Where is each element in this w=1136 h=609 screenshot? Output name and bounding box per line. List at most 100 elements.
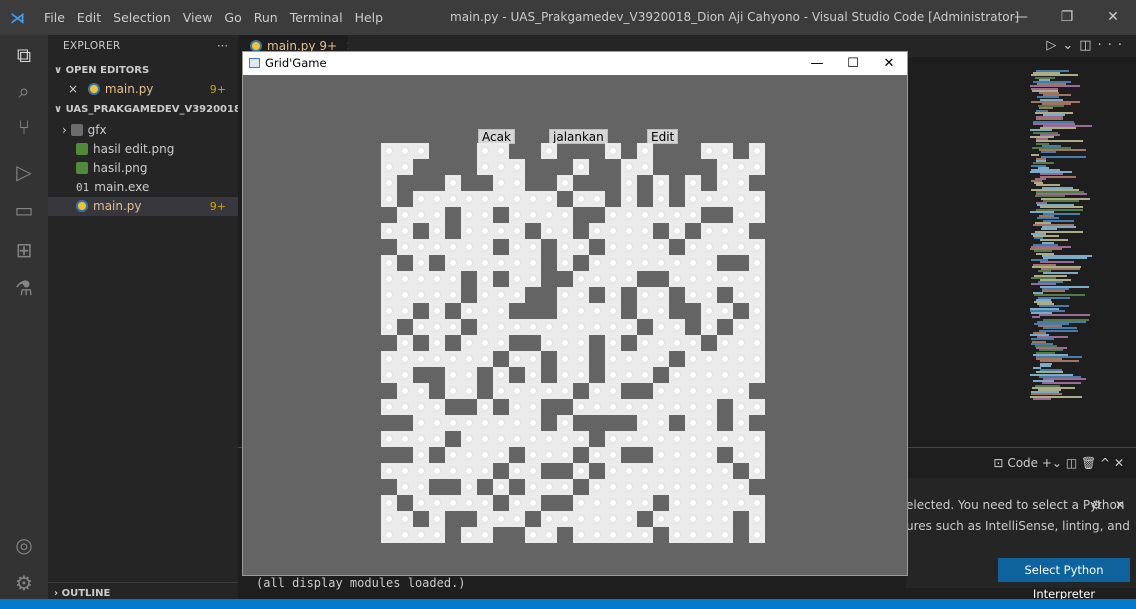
edit-button[interactable]: Edit bbox=[647, 129, 679, 144]
grid-cell[interactable] bbox=[525, 431, 541, 447]
grid-cell[interactable] bbox=[461, 431, 477, 447]
grid-cell[interactable] bbox=[573, 319, 589, 335]
extensions-icon[interactable]: ⊞ bbox=[12, 238, 36, 262]
grid-cell[interactable] bbox=[605, 143, 621, 159]
grid-cell[interactable] bbox=[461, 303, 477, 319]
grid-cell[interactable] bbox=[605, 463, 621, 479]
grid-cell[interactable] bbox=[637, 463, 653, 479]
grid-cell[interactable] bbox=[589, 383, 605, 399]
grid-cell[interactable] bbox=[381, 399, 397, 415]
grid-cell[interactable] bbox=[413, 495, 429, 511]
grid-cell[interactable] bbox=[717, 191, 733, 207]
testing-icon[interactable]: ⚗ bbox=[12, 276, 36, 300]
grid-cell[interactable] bbox=[621, 255, 637, 271]
grid-cell[interactable] bbox=[557, 223, 573, 239]
grid-cell[interactable] bbox=[573, 159, 589, 175]
grid-cell[interactable] bbox=[477, 207, 493, 223]
grid-cell[interactable] bbox=[685, 447, 701, 463]
grid-cell[interactable] bbox=[557, 303, 573, 319]
grid-cell[interactable] bbox=[397, 431, 413, 447]
grid-cell[interactable] bbox=[413, 191, 429, 207]
grid-cell[interactable] bbox=[557, 415, 573, 431]
grid-cell[interactable] bbox=[525, 319, 541, 335]
grid-cell[interactable] bbox=[397, 143, 413, 159]
grid-cell[interactable] bbox=[477, 223, 493, 239]
grid-cell[interactable] bbox=[749, 303, 765, 319]
grid-cell[interactable] bbox=[509, 511, 525, 527]
grid-cell[interactable] bbox=[413, 399, 429, 415]
grid-cell[interactable] bbox=[477, 431, 493, 447]
grid-cell[interactable] bbox=[573, 351, 589, 367]
grid-cell[interactable] bbox=[621, 351, 637, 367]
grid-cell[interactable] bbox=[493, 415, 509, 431]
grid-cell[interactable] bbox=[429, 191, 445, 207]
grid-cell[interactable] bbox=[733, 239, 749, 255]
grid-cell[interactable] bbox=[509, 415, 525, 431]
grid-cell[interactable] bbox=[749, 319, 765, 335]
grid-cell[interactable] bbox=[413, 143, 429, 159]
close-editor-icon[interactable]: × bbox=[68, 82, 78, 96]
grid-cell[interactable] bbox=[461, 191, 477, 207]
menu-selection[interactable]: Selection bbox=[107, 0, 177, 35]
grid-cell[interactable] bbox=[621, 367, 637, 383]
grid-cell[interactable] bbox=[733, 207, 749, 223]
search-icon[interactable]: ⌕ bbox=[12, 79, 36, 103]
grid-cell[interactable] bbox=[445, 415, 461, 431]
grid-cell[interactable] bbox=[717, 495, 733, 511]
grid-cell[interactable] bbox=[605, 271, 621, 287]
notification-close-icon[interactable]: ✕ bbox=[1115, 498, 1125, 512]
grid-cell[interactable] bbox=[605, 367, 621, 383]
grid-cell[interactable] bbox=[589, 319, 605, 335]
grid-cell[interactable] bbox=[557, 383, 573, 399]
grid-cell[interactable] bbox=[445, 175, 461, 191]
grid-cell[interactable] bbox=[717, 479, 733, 495]
grid-cell[interactable] bbox=[717, 159, 733, 175]
grid-cell[interactable] bbox=[525, 463, 541, 479]
grid-cell[interactable] bbox=[605, 239, 621, 255]
grid-cell[interactable] bbox=[541, 527, 557, 543]
grid-cell[interactable] bbox=[509, 207, 525, 223]
grid-cell[interactable] bbox=[493, 175, 509, 191]
grid-cell[interactable] bbox=[685, 191, 701, 207]
grid-cell[interactable] bbox=[525, 383, 541, 399]
grid-cell[interactable] bbox=[653, 479, 669, 495]
grid-cell[interactable] bbox=[669, 527, 685, 543]
grid-cell[interactable] bbox=[733, 271, 749, 287]
grid-cell[interactable] bbox=[685, 463, 701, 479]
grid-cell[interactable] bbox=[397, 479, 413, 495]
chevron-up-icon[interactable]: ^ bbox=[1100, 456, 1110, 470]
grid-cell[interactable] bbox=[477, 447, 493, 463]
grid-cell[interactable] bbox=[637, 239, 653, 255]
grid-cell[interactable] bbox=[589, 255, 605, 271]
grid-cell[interactable] bbox=[669, 479, 685, 495]
grid-cell[interactable] bbox=[461, 495, 477, 511]
grid-cell[interactable] bbox=[461, 223, 477, 239]
grid-cell[interactable] bbox=[605, 399, 621, 415]
grid-cell[interactable] bbox=[429, 463, 445, 479]
grid-cell[interactable] bbox=[653, 431, 669, 447]
grid-cell[interactable] bbox=[701, 367, 717, 383]
grid-cell[interactable] bbox=[637, 303, 653, 319]
grid-cell[interactable] bbox=[637, 207, 653, 223]
tree-item-main-py[interactable]: main.py 9+ bbox=[48, 197, 238, 216]
grid-cell[interactable] bbox=[541, 143, 557, 159]
menu-view[interactable]: View bbox=[177, 0, 219, 35]
grid-cell[interactable] bbox=[605, 287, 621, 303]
grid-cell[interactable] bbox=[733, 319, 749, 335]
grid-cell[interactable] bbox=[413, 383, 429, 399]
grid-cell[interactable] bbox=[381, 367, 397, 383]
grid-cell[interactable] bbox=[413, 271, 429, 287]
grid-cell[interactable] bbox=[557, 255, 573, 271]
grid-cell[interactable] bbox=[637, 255, 653, 271]
grid-cell[interactable] bbox=[429, 207, 445, 223]
menu-help[interactable]: Help bbox=[349, 0, 390, 35]
select-python-interpreter-button[interactable]: Select Python Interpreter bbox=[998, 558, 1130, 601]
grid-cell[interactable] bbox=[397, 511, 413, 527]
grid-cell[interactable] bbox=[621, 319, 637, 335]
grid-cell[interactable] bbox=[621, 463, 637, 479]
grid-cell[interactable] bbox=[701, 239, 717, 255]
grid-cell[interactable] bbox=[653, 319, 669, 335]
account-icon[interactable]: ◎ bbox=[12, 533, 36, 557]
grid-cell[interactable] bbox=[685, 415, 701, 431]
grid-cell[interactable] bbox=[701, 287, 717, 303]
